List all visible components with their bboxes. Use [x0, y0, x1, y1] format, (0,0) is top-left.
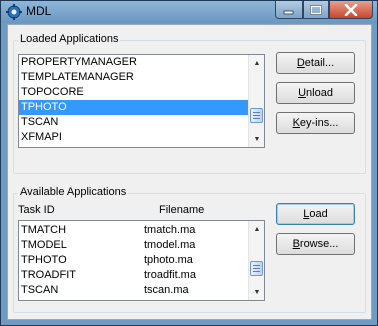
detail-label: etail...	[304, 57, 335, 69]
close-icon	[344, 3, 358, 16]
available-list-scrollbar[interactable]: ▲ ▼	[248, 221, 264, 300]
maximize-icon	[310, 4, 322, 15]
scroll-thumb[interactable]	[250, 261, 263, 276]
loaded-list-scrollbar[interactable]: ▲ ▼	[248, 55, 264, 147]
keyins-label: ey-ins...	[299, 117, 339, 129]
column-header-task-id: Task ID	[18, 204, 55, 216]
filename-cell: troadfit.ma	[144, 269, 196, 281]
loaded-applications-list[interactable]: PROPERTYMANAGER TEMPLATEMANAGER TOPOCORE…	[18, 54, 265, 148]
table-row[interactable]: TPHOTO tphoto.ma	[19, 253, 248, 268]
list-item-selected[interactable]: TPHOTO	[19, 100, 248, 115]
table-row[interactable]: TSCAN tscan.ma	[19, 283, 248, 298]
maximize-button[interactable]	[303, 1, 329, 19]
list-item[interactable]: XFMAPI	[19, 130, 248, 145]
list-item[interactable]: PROPERTYMANAGER	[19, 55, 248, 70]
scroll-up-arrow-icon[interactable]: ▲	[249, 55, 264, 71]
load-button[interactable]: Load	[276, 203, 355, 225]
available-applications-label: Available Applications	[18, 186, 129, 198]
list-item[interactable]: TEMPLATEMANAGER	[19, 70, 248, 85]
unload-label: nload	[306, 87, 333, 99]
window-title: MDL	[26, 4, 52, 18]
unload-mnemonic: U	[298, 87, 307, 99]
scroll-down-arrow-icon[interactable]: ▼	[249, 284, 264, 300]
browse-label: rowse...	[299, 238, 339, 250]
filename-cell: tmatch.ma	[144, 224, 196, 236]
mdl-dialog-window: MDL Loaded Applications PROPERTYMANAGER …	[0, 0, 378, 326]
scroll-thumb[interactable]	[250, 108, 263, 123]
filename-cell: tmodel.ma	[144, 239, 196, 251]
unload-button[interactable]: Unload	[276, 82, 355, 104]
task-id-cell: TPHOTO	[21, 254, 67, 266]
minimize-button[interactable]	[275, 1, 303, 19]
key-ins-button[interactable]: Key-ins...	[276, 112, 355, 134]
list-item[interactable]: TOPOCORE	[19, 85, 248, 100]
list-item[interactable]: TSCAN	[19, 115, 248, 130]
column-header-filename: Filename	[159, 204, 205, 216]
table-row[interactable]: TMATCH tmatch.ma	[19, 223, 248, 238]
task-id-cell: TROADFIT	[21, 269, 76, 281]
filename-cell: tphoto.ma	[144, 254, 193, 266]
load-label: oad	[309, 208, 328, 220]
task-id-cell: TMATCH	[21, 224, 67, 236]
mdl-gear-icon	[6, 4, 22, 20]
close-button[interactable]	[329, 1, 373, 19]
detail-mnemonic: D	[296, 57, 305, 69]
detail-button[interactable]: Detail...	[276, 52, 355, 74]
browse-button[interactable]: Browse...	[276, 233, 355, 255]
task-id-cell: TSCAN	[21, 284, 59, 296]
table-row[interactable]: TROADFIT troadfit.ma	[19, 268, 248, 283]
task-id-cell: TMODEL	[21, 239, 67, 251]
browse-mnemonic: B	[292, 238, 300, 250]
loaded-applications-label: Loaded Applications	[18, 33, 121, 45]
filename-cell: tscan.ma	[144, 284, 189, 296]
scroll-down-arrow-icon[interactable]: ▼	[249, 131, 264, 147]
scroll-up-arrow-icon[interactable]: ▲	[249, 221, 264, 237]
keyins-mnemonic: K	[292, 117, 300, 129]
table-row[interactable]: TMODEL tmodel.ma	[19, 238, 248, 253]
grip-icon	[253, 265, 260, 272]
minimize-icon	[283, 10, 294, 14]
grip-icon	[253, 112, 260, 119]
dialog-client-area: Loaded Applications PROPERTYMANAGER TEMP…	[7, 24, 372, 320]
available-applications-list[interactable]: TMATCH tmatch.ma TMODEL tmodel.ma TPHOTO tp…	[18, 220, 265, 301]
title-bar[interactable]: MDL	[1, 1, 377, 23]
